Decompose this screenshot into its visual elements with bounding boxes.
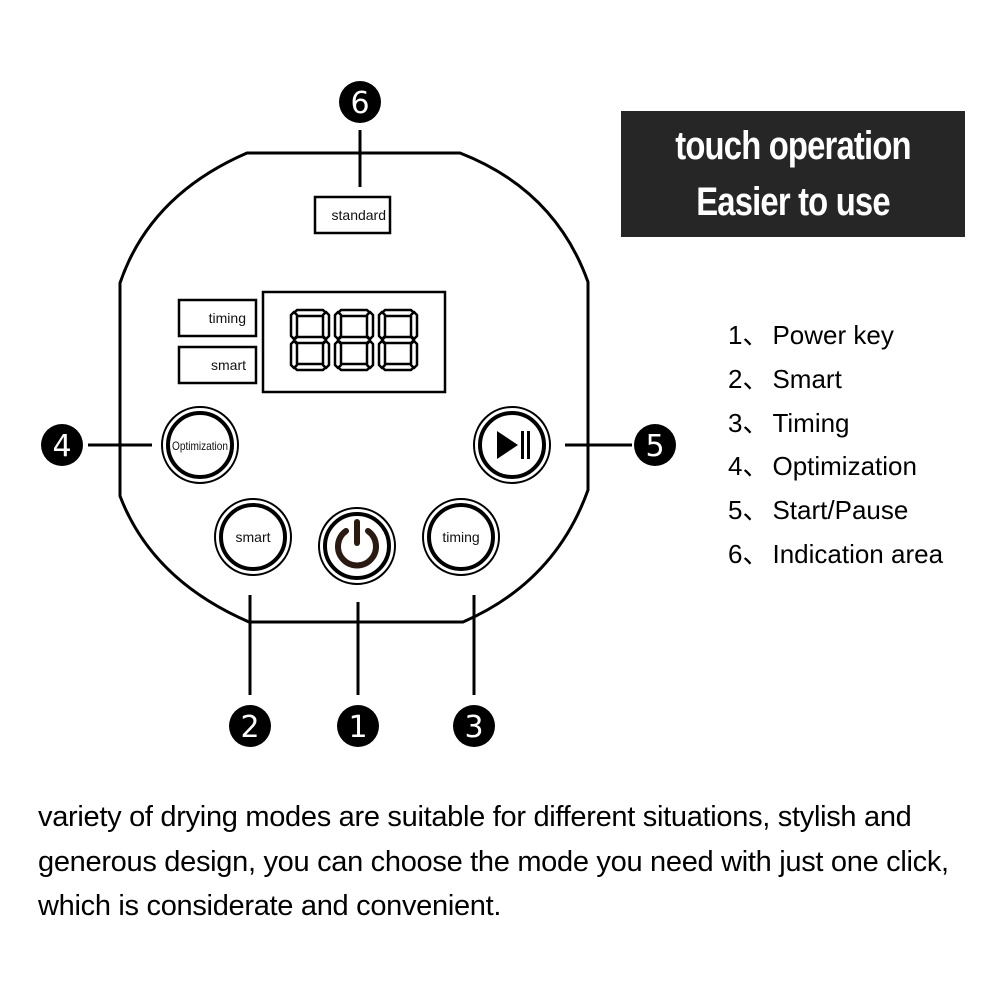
indicator-timing: timing	[177, 298, 258, 338]
legend-separator: 、	[742, 407, 769, 438]
banner-line-1: touch operation	[675, 124, 911, 168]
digit-segment-c	[321, 339, 331, 370]
svg-text:2: 2	[240, 710, 259, 745]
legend-label: Indication area	[772, 538, 944, 569]
legend-item: 2、 Smart	[728, 358, 943, 402]
digit-segment-g	[336, 335, 372, 345]
start-pause-button[interactable]	[473, 406, 551, 484]
callout-3: 3	[453, 705, 495, 747]
legend-number: 3	[728, 407, 743, 438]
svg-text:timing: timing	[442, 529, 479, 545]
digit-segment-b	[321, 310, 331, 341]
legend-separator: 、	[742, 320, 769, 350]
timing-button[interactable]: timing	[422, 498, 500, 576]
svg-text:5: 5	[645, 429, 664, 464]
digit-segment-e	[289, 339, 299, 370]
svg-text:timing: timing	[209, 310, 246, 326]
digit-segment-a	[336, 308, 372, 318]
digit-segment-g	[380, 335, 416, 345]
legend-number: 4	[728, 451, 743, 482]
callout-2: 2	[229, 705, 271, 747]
digit-segment-d	[292, 362, 328, 372]
legend-item: 1、 Power key	[728, 314, 943, 358]
svg-text:4: 4	[52, 429, 71, 464]
legend-number: 6	[728, 538, 743, 569]
legend-label: Start/Pause	[772, 495, 909, 526]
legend-label: Smart	[772, 363, 842, 394]
product-description: variety of drying modes are suitable for…	[38, 801, 949, 922]
callout-1: 1	[337, 705, 379, 747]
indicator-smart: smart	[177, 345, 258, 385]
digit-segment-e	[333, 339, 343, 370]
legend-separator: 、	[742, 538, 769, 569]
banner-line-2: Easier to use	[696, 180, 890, 224]
legend-label: Timing	[772, 407, 850, 438]
digit-segment-d	[336, 362, 372, 372]
indicator-standard: standard	[313, 195, 392, 235]
legend-label: Optimization	[772, 451, 917, 482]
touch-operation-banner: touch operation Easier to use	[621, 111, 965, 237]
digit-segment-g	[292, 335, 328, 345]
led-display	[261, 290, 447, 394]
optimization-button[interactable]: Optimization	[161, 406, 239, 484]
digit-segment-d	[380, 362, 416, 372]
digit-segment-a	[292, 308, 328, 318]
callout-5: 5	[634, 424, 676, 466]
svg-text:3: 3	[464, 710, 483, 745]
legend-separator: 、	[742, 363, 769, 394]
digit-segment-e	[377, 339, 387, 370]
legend-number: 2	[728, 363, 743, 394]
legend-item: 3、 Timing	[728, 402, 943, 446]
digit-segment-b	[365, 310, 375, 341]
key-legend: 1、 Power key 2、 Smart 3、 Timing 4、 Optimization…	[728, 314, 943, 577]
legend-label: Power key	[772, 320, 894, 350]
legend-number: 5	[728, 495, 743, 526]
digit-segment-f	[333, 310, 343, 341]
svg-text:6: 6	[350, 86, 369, 121]
svg-text:1: 1	[348, 710, 367, 745]
svg-text:Optimization: Optimization	[172, 439, 228, 453]
legend-item: 6、 Indication area	[728, 533, 943, 577]
legend-item: 5、 Start/Pause	[728, 489, 943, 533]
svg-text:smart: smart	[236, 529, 271, 545]
legend-item: 4、 Optimization	[728, 445, 943, 489]
digit-segment-f	[289, 310, 299, 341]
legend-separator: 、	[742, 495, 769, 526]
digit-segment-a	[380, 308, 416, 318]
callout-4: 4	[41, 424, 83, 466]
digit-segment-c	[365, 339, 375, 370]
callout-6: 6	[339, 81, 381, 123]
power-button[interactable]	[318, 507, 396, 585]
smart-button[interactable]: smart	[214, 498, 292, 576]
digit-segment-f	[377, 310, 387, 341]
legend-number: 1	[728, 320, 743, 350]
svg-text:smart: smart	[211, 357, 246, 373]
digit-segment-c	[409, 339, 419, 370]
svg-text:standard: standard	[332, 207, 386, 223]
digit-segment-b	[409, 310, 419, 341]
legend-separator: 、	[742, 451, 769, 482]
